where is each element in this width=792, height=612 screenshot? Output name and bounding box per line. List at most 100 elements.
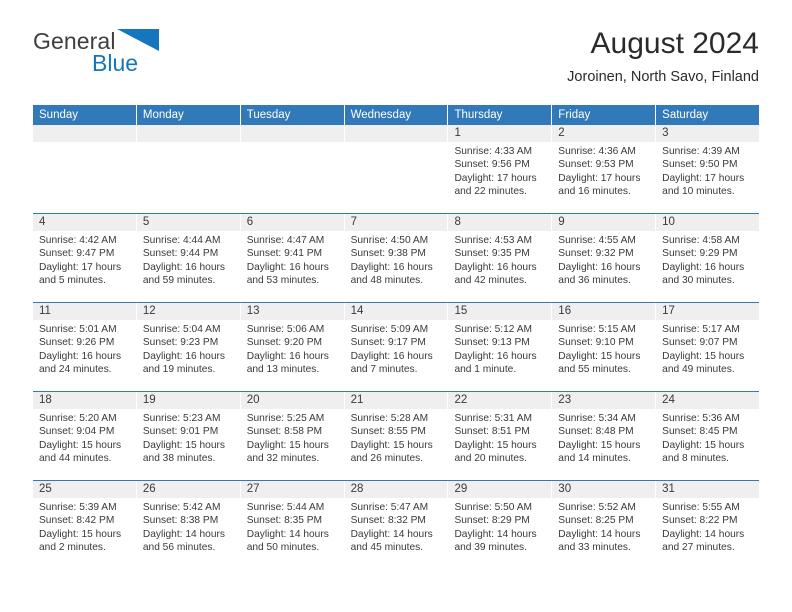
daylight-text: Daylight: 16 hours and 13 minutes. bbox=[246, 350, 329, 376]
sunrise-text: Sunrise: 4:53 AM bbox=[454, 235, 533, 246]
calendar-day-cell[interactable]: 14 Sunrise: 5:09 AM Sunset: 9:17 PM Dayligh… bbox=[344, 303, 449, 391]
weekday-header-friday: Friday bbox=[552, 105, 657, 125]
calendar-day-cell[interactable]: 25 Sunrise: 5:39 AM Sunset: 8:42 PM Dayligh… bbox=[33, 481, 137, 569]
calendar-day-cell[interactable]: 4 Sunrise: 4:42 AM Sunset: 9:47 PM Daylight… bbox=[33, 214, 137, 302]
sunrise-text: Sunrise: 5:25 AM bbox=[246, 413, 325, 424]
day-sun-info: Sunrise: 5:20 AM Sunset: 9:04 PM Daylight:… bbox=[33, 409, 136, 466]
daylight-text: Daylight: 15 hours and 20 minutes. bbox=[454, 439, 537, 465]
calendar-day-cell[interactable]: 28 Sunrise: 5:47 AM Sunset: 8:32 PM Dayligh… bbox=[344, 481, 449, 569]
title-block: August 2024 Joroinen, North Savo, Finlan… bbox=[567, 24, 759, 88]
day-number: 4 bbox=[33, 214, 136, 231]
calendar-day-cell[interactable]: 16 Sunrise: 5:15 AM Sunset: 9:10 PM Dayligh… bbox=[552, 303, 657, 391]
sunrise-text: Sunrise: 4:50 AM bbox=[350, 235, 429, 246]
day-number: 31 bbox=[656, 481, 760, 498]
calendar-day-cell[interactable]: 17 Sunrise: 5:17 AM Sunset: 9:07 PM Dayligh… bbox=[656, 303, 760, 391]
calendar-day-cell[interactable]: 26 Sunrise: 5:42 AM Sunset: 8:38 PM Dayligh… bbox=[136, 481, 241, 569]
day-sun-info: Sunrise: 5:50 AM Sunset: 8:29 PM Daylight:… bbox=[448, 498, 551, 555]
calendar-day-cell[interactable]: 24 Sunrise: 5:36 AM Sunset: 8:45 PM Dayligh… bbox=[656, 392, 760, 480]
sunrise-text: Sunrise: 5:34 AM bbox=[558, 413, 636, 424]
calendar-day-cell[interactable]: 23 Sunrise: 5:34 AM Sunset: 8:48 PM Dayligh… bbox=[552, 392, 657, 480]
calendar-day-cell[interactable]: 8 Sunrise: 4:53 AM Sunset: 9:35 PM Daylight… bbox=[448, 214, 553, 302]
sunset-text: Sunset: 8:32 PM bbox=[350, 515, 426, 527]
day-number bbox=[344, 125, 448, 142]
sunrise-text: Sunrise: 5:17 AM bbox=[662, 324, 740, 335]
sunset-text: Sunset: 9:53 PM bbox=[558, 159, 634, 171]
day-number: 29 bbox=[448, 481, 552, 498]
day-number bbox=[240, 125, 344, 142]
weekday-header-saturday: Saturday bbox=[656, 105, 760, 125]
calendar-day-cell[interactable]: 22 Sunrise: 5:31 AM Sunset: 8:51 PM Dayligh… bbox=[448, 392, 553, 480]
calendar-day-cell[interactable]: 3 Sunrise: 4:39 AM Sunset: 9:50 PM Daylight… bbox=[656, 125, 760, 213]
sunrise-text: Sunrise: 5:01 AM bbox=[39, 324, 117, 335]
daylight-text: Daylight: 15 hours and 38 minutes. bbox=[142, 439, 225, 465]
day-sun-info: Sunrise: 5:52 AM Sunset: 8:25 PM Daylight:… bbox=[552, 498, 655, 555]
sunset-text: Sunset: 8:45 PM bbox=[662, 426, 738, 438]
day-sun-info: Sunrise: 4:50 AM Sunset: 9:38 PM Daylight:… bbox=[345, 231, 448, 288]
daylight-text: Daylight: 16 hours and 36 minutes. bbox=[558, 261, 641, 287]
weekday-header-tuesday: Tuesday bbox=[240, 105, 345, 125]
calendar-day-cell[interactable]: 30 Sunrise: 5:52 AM Sunset: 8:25 PM Dayligh… bbox=[552, 481, 657, 569]
day-number: 8 bbox=[448, 214, 552, 231]
calendar-day-cell[interactable]: 29 Sunrise: 5:50 AM Sunset: 8:29 PM Dayligh… bbox=[448, 481, 553, 569]
daylight-text: Daylight: 16 hours and 1 minute. bbox=[454, 350, 537, 376]
sunrise-text: Sunrise: 5:44 AM bbox=[246, 502, 325, 513]
sunrise-text: Sunrise: 4:36 AM bbox=[558, 146, 636, 157]
logo-triangle-icon bbox=[116, 29, 159, 56]
calendar-body: 1 Sunrise: 4:33 AM Sunset: 9:56 PM Daylight… bbox=[33, 125, 760, 569]
day-sun-info: Sunrise: 5:36 AM Sunset: 8:45 PM Daylight:… bbox=[656, 409, 759, 466]
calendar-day-cell[interactable]: 7 Sunrise: 4:50 AM Sunset: 9:38 PM Daylight… bbox=[344, 214, 449, 302]
day-number: 9 bbox=[552, 214, 656, 231]
sunrise-text: Sunrise: 5:15 AM bbox=[558, 324, 636, 335]
calendar-day-cell[interactable]: 20 Sunrise: 5:25 AM Sunset: 8:58 PM Dayligh… bbox=[240, 392, 345, 480]
day-number bbox=[33, 125, 136, 142]
weekday-header-thursday: Thursday bbox=[448, 105, 553, 125]
daylight-text: Daylight: 17 hours and 10 minutes. bbox=[662, 172, 745, 198]
sunset-text: Sunset: 9:17 PM bbox=[350, 337, 426, 349]
day-sun-info: Sunrise: 5:25 AM Sunset: 8:58 PM Daylight:… bbox=[241, 409, 344, 466]
sunset-text: Sunset: 9:04 PM bbox=[39, 426, 115, 438]
calendar-day-cell[interactable]: 1 Sunrise: 4:33 AM Sunset: 9:56 PM Daylight… bbox=[448, 125, 553, 213]
daylight-text: Daylight: 15 hours and 2 minutes. bbox=[39, 528, 122, 554]
day-number: 7 bbox=[344, 214, 448, 231]
sunset-text: Sunset: 9:50 PM bbox=[662, 159, 738, 171]
calendar-day-cell[interactable]: 21 Sunrise: 5:28 AM Sunset: 8:55 PM Dayligh… bbox=[344, 392, 449, 480]
sunrise-text: Sunrise: 5:09 AM bbox=[350, 324, 429, 335]
day-sun-info: Sunrise: 4:36 AM Sunset: 9:53 PM Daylight:… bbox=[552, 142, 655, 199]
day-sun-info: Sunrise: 5:42 AM Sunset: 8:38 PM Daylight:… bbox=[137, 498, 240, 555]
day-number: 28 bbox=[344, 481, 448, 498]
day-number: 16 bbox=[552, 303, 656, 320]
day-sun-info: Sunrise: 5:12 AM Sunset: 9:13 PM Daylight:… bbox=[448, 320, 551, 377]
calendar-day-cell[interactable]: 10 Sunrise: 4:58 AM Sunset: 9:29 PM Dayligh… bbox=[656, 214, 760, 302]
daylight-text: Daylight: 14 hours and 45 minutes. bbox=[350, 528, 433, 554]
calendar-day-cell[interactable]: 31 Sunrise: 5:55 AM Sunset: 8:22 PM Dayligh… bbox=[656, 481, 760, 569]
sunset-text: Sunset: 9:13 PM bbox=[454, 337, 530, 349]
sunset-text: Sunset: 9:10 PM bbox=[558, 337, 634, 349]
weekday-header-monday: Monday bbox=[136, 105, 241, 125]
calendar-day-cell[interactable]: 5 Sunrise: 4:44 AM Sunset: 9:44 PM Daylight… bbox=[136, 214, 241, 302]
calendar-day-cell[interactable]: 18 Sunrise: 5:20 AM Sunset: 9:04 PM Dayligh… bbox=[33, 392, 137, 480]
calendar-day-cell[interactable]: 27 Sunrise: 5:44 AM Sunset: 8:35 PM Dayligh… bbox=[240, 481, 345, 569]
daylight-text: Daylight: 15 hours and 49 minutes. bbox=[662, 350, 745, 376]
day-number: 23 bbox=[552, 392, 656, 409]
general-blue-logo[interactable]: General Blue bbox=[33, 28, 333, 75]
day-number: 22 bbox=[448, 392, 552, 409]
calendar-day-cell[interactable]: 9 Sunrise: 4:55 AM Sunset: 9:32 PM Daylight… bbox=[552, 214, 657, 302]
day-number: 11 bbox=[33, 303, 136, 320]
calendar-week-row: 25 Sunrise: 5:39 AM Sunset: 8:42 PM Dayligh… bbox=[33, 480, 760, 569]
calendar-day-cell[interactable]: 19 Sunrise: 5:23 AM Sunset: 9:01 PM Dayligh… bbox=[136, 392, 241, 480]
sunrise-text: Sunrise: 5:39 AM bbox=[39, 502, 117, 513]
day-number bbox=[136, 125, 240, 142]
sunrise-text: Sunrise: 5:31 AM bbox=[454, 413, 533, 424]
day-sun-info: Sunrise: 5:17 AM Sunset: 9:07 PM Daylight:… bbox=[656, 320, 759, 377]
sunset-text: Sunset: 9:07 PM bbox=[662, 337, 738, 349]
calendar-day-cell[interactable]: 12 Sunrise: 5:04 AM Sunset: 9:23 PM Dayligh… bbox=[136, 303, 241, 391]
calendar-day-cell[interactable]: 11 Sunrise: 5:01 AM Sunset: 9:26 PM Dayligh… bbox=[33, 303, 137, 391]
calendar-day-cell[interactable]: 15 Sunrise: 5:12 AM Sunset: 9:13 PM Dayligh… bbox=[448, 303, 553, 391]
calendar-day-cell[interactable]: 6 Sunrise: 4:47 AM Sunset: 9:41 PM Daylight… bbox=[240, 214, 345, 302]
location-subtitle: Joroinen, North Savo, Finland bbox=[567, 69, 759, 85]
calendar-day-cell[interactable]: 13 Sunrise: 5:06 AM Sunset: 9:20 PM Dayligh… bbox=[240, 303, 345, 391]
calendar-day-cell[interactable]: 2 Sunrise: 4:36 AM Sunset: 9:53 PM Daylight… bbox=[552, 125, 657, 213]
sunset-text: Sunset: 9:01 PM bbox=[142, 426, 219, 438]
daylight-text: Daylight: 15 hours and 26 minutes. bbox=[350, 439, 433, 465]
daylight-text: Daylight: 16 hours and 42 minutes. bbox=[454, 261, 537, 287]
